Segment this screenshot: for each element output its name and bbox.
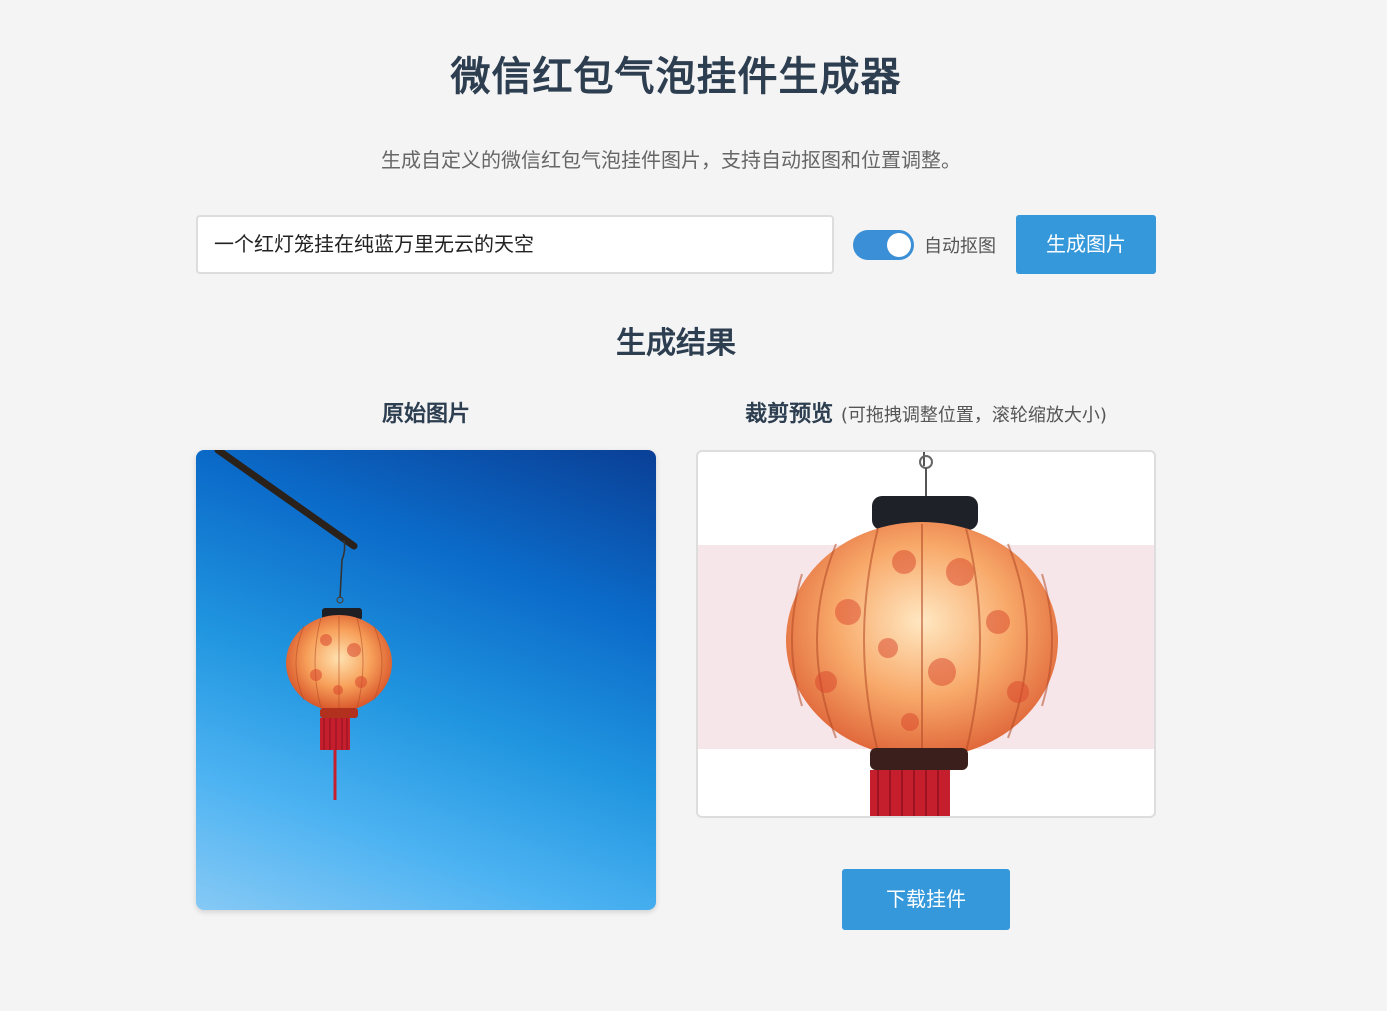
generate-button[interactable]: 生成图片 xyxy=(1016,215,1156,274)
original-image xyxy=(196,450,656,910)
page-title: 微信红包气泡挂件生成器 xyxy=(450,54,902,100)
toggle-knob xyxy=(887,233,911,257)
original-image-heading: 原始图片 xyxy=(381,402,470,427)
crop-preview-heading: 裁剪预览 (可拖拽调整位置，滚轮缩放大小) xyxy=(696,396,1156,428)
page-subtitle: 生成自定义的微信红包气泡挂件图片，支持自动抠图和位置调整。 xyxy=(381,148,961,172)
result-title: 生成结果 xyxy=(616,326,736,361)
auto-cutout-label: 自动抠图 xyxy=(924,236,996,257)
cropped-lantern[interactable] xyxy=(698,452,1154,816)
page: 微信红包气泡挂件生成器 生成自定义的微信红包气泡挂件图片，支持自动抠图和位置调整… xyxy=(0,0,1387,1011)
crop-preview-hint: (可拖拽调整位置，滚轮缩放大小) xyxy=(840,405,1107,426)
download-button[interactable]: 下载挂件 xyxy=(842,869,1010,930)
crop-preview-title: 裁剪预览 xyxy=(745,402,834,427)
auto-cutout-toggle[interactable] xyxy=(853,230,914,260)
crop-preview[interactable] xyxy=(696,450,1156,818)
prompt-input[interactable]: 一个红灯笼挂在纯蓝万里无云的天空 xyxy=(196,215,834,274)
lantern-photo xyxy=(214,450,392,800)
